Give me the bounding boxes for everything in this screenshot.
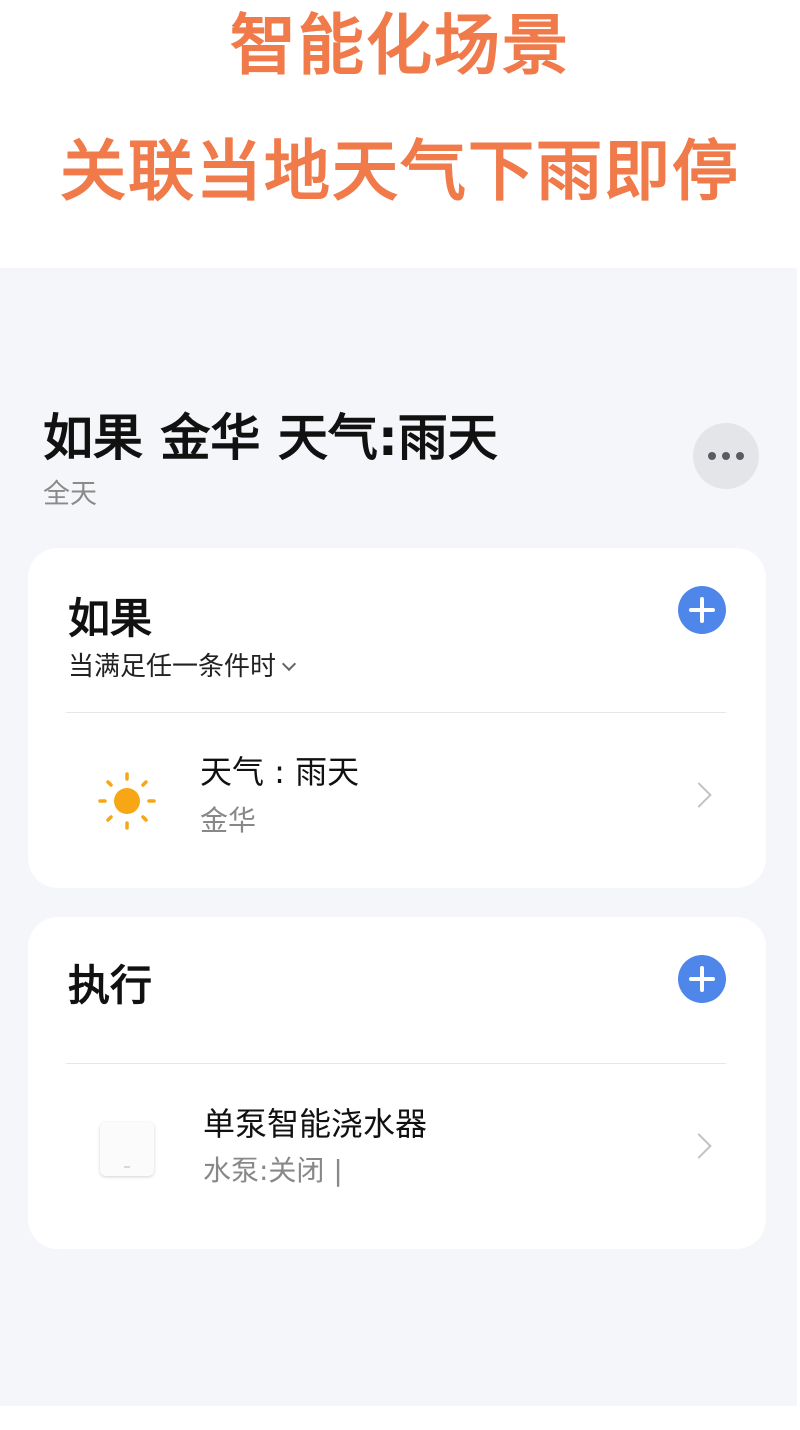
divider — [66, 1063, 726, 1064]
device-indicator — [124, 1166, 130, 1168]
water-pump-device-icon — [100, 1122, 154, 1176]
condition-mode-label: 当满足任一条件时 — [68, 652, 277, 682]
action-card-title: 执行 — [68, 961, 153, 1010]
more-icon-dot — [722, 452, 730, 460]
more-options-button[interactable] — [693, 423, 759, 489]
condition-item-location: 金华 — [200, 804, 257, 837]
chevron-right-icon[interactable] — [686, 782, 712, 808]
chevron-down-icon — [281, 656, 297, 672]
chevron-right-icon[interactable] — [686, 1133, 712, 1159]
condition-item-title[interactable]: 天气 : 雨天 — [200, 752, 359, 792]
add-action-button[interactable] — [678, 955, 726, 1003]
scene-title: 如果 金华 天气:雨天 — [43, 409, 498, 467]
condition-card: 如果 当满足任一条件时 天气 : 雨天 金华 — [28, 548, 766, 888]
banner-headline: 智能化场景 — [230, 7, 570, 84]
condition-card-title: 如果 — [68, 594, 153, 643]
more-icon-dot — [736, 452, 744, 460]
promo-banner: 智能化场景 关联当地天气下雨即停 — [0, 0, 800, 268]
sun-icon — [98, 772, 156, 830]
divider — [66, 712, 726, 713]
condition-mode-dropdown[interactable]: 当满足任一条件时 — [68, 650, 297, 684]
more-icon — [708, 452, 716, 460]
add-condition-button[interactable] — [678, 586, 726, 634]
action-card: 执行 单泵智能浇水器 水泵:关闭 | — [28, 917, 766, 1249]
action-item-device-name[interactable]: 单泵智能浇水器 — [203, 1104, 427, 1144]
scene-editor: 如果 金华 天气:雨天 全天 如果 当满足任一条件时 天气: 雨天 金华 执行… — [0, 268, 797, 1406]
banner-subheadline: 关联当地天气下雨即停 — [60, 133, 740, 210]
scene-time-range[interactable]: 全天 — [43, 478, 97, 512]
action-item-state: 水泵:关闭 | — [203, 1154, 343, 1187]
